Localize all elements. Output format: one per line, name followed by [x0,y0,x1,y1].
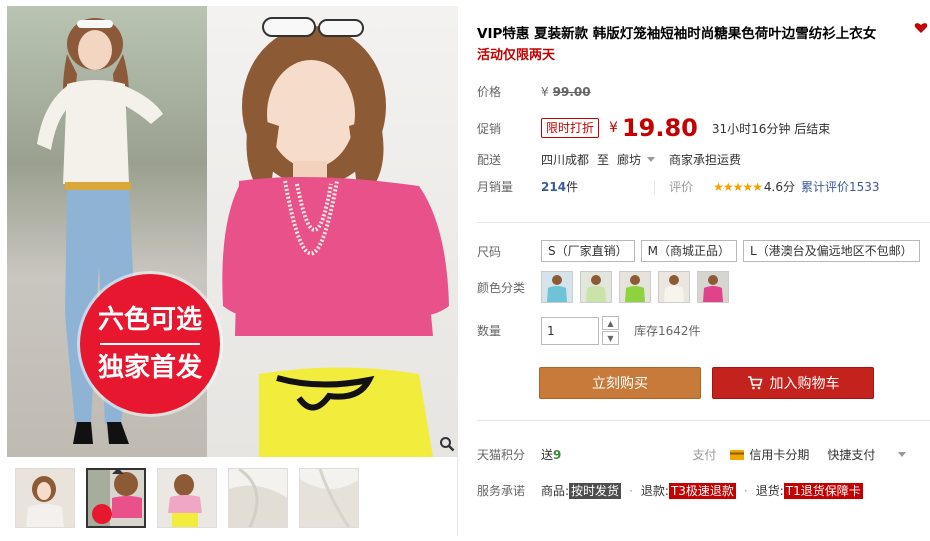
countdown-text: 31小时16分钟 后结束 [711,121,831,136]
sales-row: 月销量 214 件 评价 ★★★★★ 4.6分 累计评价1533 [477,178,880,195]
thumbnail-image [229,469,287,527]
quick-pay[interactable]: 快捷支付 [827,446,875,463]
fast-refund-badge[interactable]: T3极速退款 [668,482,736,499]
ship-from: 四川成都 [541,153,590,167]
divider [477,420,930,421]
sales-unit: 件 [566,180,579,194]
color-swatch-5[interactable] [697,271,729,303]
thumbnail-image [300,469,358,527]
cart-icon [747,376,763,390]
shipping-row: 配送 四川成都 至 廊坊 商家承担运费 [477,151,741,168]
original-price: ¥99.00 [541,85,591,99]
points-label: 天猫积分 [477,448,526,462]
credit-card-icon [730,449,745,460]
total-reviews-link[interactable]: 累计评价1533 [801,178,880,195]
promo-tag: 限时打折 [541,118,600,138]
thumbnail-image [88,470,142,526]
thumbnail-image [168,474,202,527]
main-product-image[interactable]: 六色可选 独家首发 [7,6,458,457]
sales-label: 月销量 [477,180,514,194]
thumbnail-3[interactable] [157,468,217,528]
ship-to-word: 至 [597,153,610,167]
points-value: 9 [553,447,562,462]
color-row: 颜色分类 [477,271,736,303]
size-option-s[interactable]: S（厂家直销） [541,240,635,262]
thumbnail-strip [15,468,359,528]
separator-dot: · [743,483,748,498]
goods-label: 商品: [541,484,570,498]
promo-line-1: 六色可选 [97,305,202,335]
product-subtitle: 活动仅限两天 [477,48,556,63]
size-label: 尺码 [477,244,502,259]
stock-count: 库存1642件 [634,324,701,338]
points-row: 天猫积分 送 9 支付 信用卡分期 快捷支付 [477,446,907,463]
divider [477,222,930,223]
separator [654,179,656,194]
quantity-label: 数量 [477,324,502,338]
color-swatch-2[interactable] [580,271,612,303]
promo-line-2: 独家首发 [97,353,202,383]
return-guarantee-badge[interactable]: T1退货保障卡 [783,482,863,499]
model-studio-figure [222,17,449,457]
points-send: 送 [541,448,554,462]
promo-badge: 六色可选 独家首发 [80,274,220,414]
service-row: 服务承诺 商品: 按时发货 · 退款: T3极速退款 · 退货: T1退货保障卡 [477,482,863,499]
rating-stars-icon: ★★★★★ [713,179,763,194]
returns-label: 退货: [755,484,784,498]
swatch-image [542,272,572,302]
swatch-image [620,272,650,302]
currency-symbol: ¥ [541,84,549,99]
chevron-down-icon[interactable]: ▼ [602,331,619,345]
color-label: 颜色分类 [477,280,526,295]
color-swatch-4[interactable] [658,271,690,303]
buy-now-button[interactable]: 立刻购买 [539,367,701,399]
rating-score: 4.6分 [763,180,795,194]
promo-row: 促销 限时打折 ¥ 19.80 31小时16分钟 后结束 [477,114,830,142]
ship-to-value: 廊坊 [617,153,642,167]
ship-to-select[interactable]: 廊坊 [617,151,656,168]
separator-dot: · [629,483,633,498]
color-swatch-3[interactable] [619,271,651,303]
zoom-icon[interactable] [437,434,457,454]
add-to-cart-button[interactable]: 加入购物车 [712,367,874,399]
price-label: 价格 [477,85,502,99]
chevron-up-icon[interactable]: ▲ [602,316,619,330]
size-option-m[interactable]: M（商城正品） [640,240,737,262]
swatch-image [581,272,611,302]
thumbnail-image [26,476,64,527]
chevron-down-icon[interactable] [898,451,907,458]
currency-symbol: ¥ [609,120,618,136]
price-row: 价格 ¥99.00 [477,83,591,100]
thumbnail-4[interactable] [228,468,288,528]
add-to-cart-label: 加入购物车 [769,376,840,392]
thumbnail-1[interactable] [15,468,75,528]
on-time-delivery-badge[interactable]: 按时发货 [569,482,622,499]
size-row: 尺码 S（厂家直销） M（商城正品） L（港澳台及偏远地区不包邮） [477,240,926,262]
color-swatch-1[interactable] [541,271,573,303]
size-option-l[interactable]: L（港澳台及偏远地区不包邮） [742,240,920,262]
swatch-image [698,272,728,302]
quantity-row: 数量 1 ▲ ▼ 库存1642件 [477,316,701,345]
sales-count: 214 [541,179,567,194]
rating-label: 评价 [669,180,694,194]
thumbnail-2[interactable] [86,468,146,528]
product-title: VIP特惠 夏装新款 韩版灯笼袖短袖时尚糖果色荷叶边雪纺衫上衣女 [477,26,877,42]
chevron-down-icon [647,156,656,162]
quantity-input[interactable]: 1 [541,316,599,345]
promo-label: 促销 [477,121,502,136]
quantity-stepper: ▲ ▼ [602,316,619,345]
product-gallery: 六色可选 独家首发 [7,6,458,536]
promo-price: 19.80 [621,114,698,142]
swatch-image [659,272,689,302]
service-label: 服务承诺 [477,484,526,498]
heart-icon[interactable] [914,22,928,34]
shipping-label: 配送 [477,153,502,167]
thumbnail-5[interactable] [299,468,359,528]
payment-label: 支付 [692,448,717,462]
credit-installment[interactable]: 信用卡分期 [749,446,809,463]
promo-divider [100,343,200,345]
shipping-fee: 商家承担运费 [669,153,742,167]
refund-label: 退款: [640,484,669,498]
original-price-value: 99.00 [552,84,591,99]
